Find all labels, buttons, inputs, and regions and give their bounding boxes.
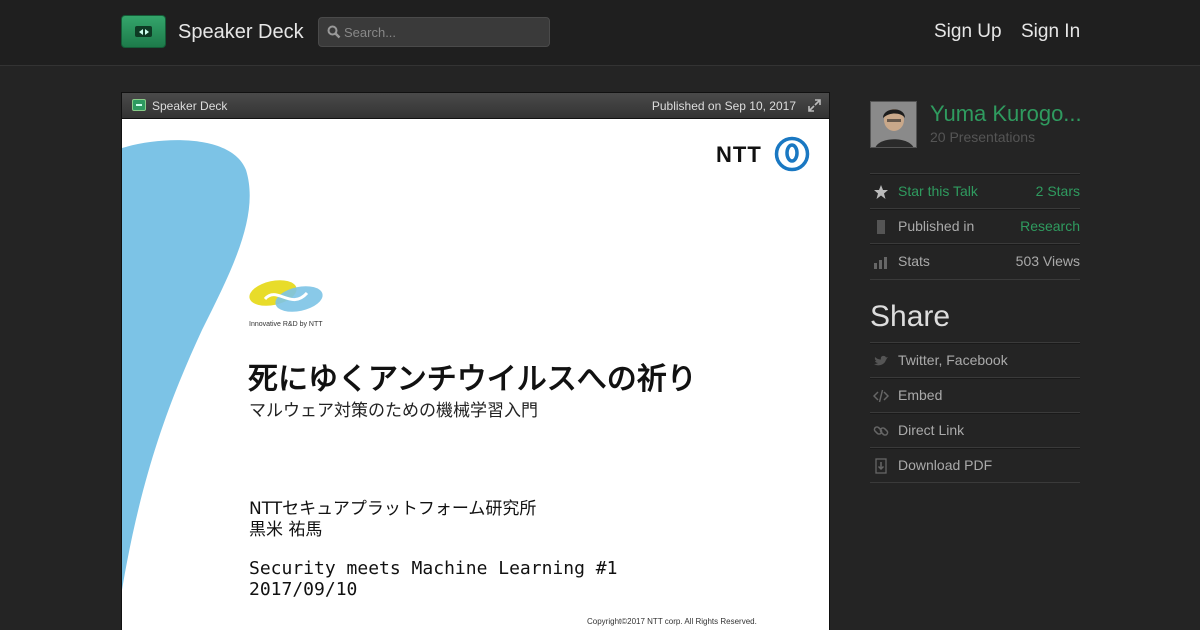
presentation-count: 20 Presentations xyxy=(930,129,1036,145)
published-in-row: Published in Research xyxy=(870,208,1080,243)
share-embed-label[interactable]: Embed xyxy=(898,387,942,403)
share-heading: Share xyxy=(870,300,951,333)
stats-label: Stats xyxy=(898,253,930,269)
share-direct-link[interactable]: Direct Link xyxy=(870,412,1080,447)
search-icon xyxy=(327,25,341,39)
star-talk-label[interactable]: Star this Talk xyxy=(898,183,978,199)
share-download-pdf[interactable]: Download PDF xyxy=(870,447,1080,482)
published-in-label: Published in xyxy=(898,218,975,234)
author-photo xyxy=(871,102,916,147)
star-icon xyxy=(874,185,888,199)
category-link[interactable]: Research xyxy=(1020,218,1080,234)
player-brand[interactable]: Speaker Deck xyxy=(152,99,227,113)
slide-event: Security meets Machine Learning #1 xyxy=(249,558,618,579)
fullscreen-icon[interactable] xyxy=(808,99,821,112)
bookmark-icon xyxy=(877,220,885,234)
code-icon xyxy=(873,389,889,403)
divider xyxy=(870,279,1080,280)
stats-row: Stats 503 Views xyxy=(870,243,1080,278)
slide-date: 2017/09/10 xyxy=(249,579,358,600)
bar-chart-icon xyxy=(874,257,887,269)
blue-wave-shape xyxy=(122,140,250,590)
search-box[interactable] xyxy=(318,17,550,47)
published-date: Published on Sep 10, 2017 xyxy=(651,99,796,113)
author-avatar[interactable] xyxy=(870,101,917,148)
star-talk-row[interactable]: Star this Talk 2 Stars xyxy=(870,173,1080,208)
search-input[interactable] xyxy=(344,18,544,46)
bird-icon xyxy=(874,355,888,366)
divider xyxy=(870,482,1080,483)
player-toolbar: Speaker Deck Published on Sep 10, 2017 xyxy=(122,93,829,119)
logo-icon xyxy=(135,26,152,37)
ntt-logo-text: NTT xyxy=(716,142,762,167)
sign-in-link[interactable]: Sign In xyxy=(1021,21,1080,43)
slide-copyright: Copyright©2017 NTT corp. All Rights Rese… xyxy=(587,617,757,626)
link-icon xyxy=(873,426,889,436)
slide-canvas[interactable]: NTT Innovative R&D by NTT 死にゆくアンチウイルスへの祈… xyxy=(122,120,829,630)
share-twitter-facebook[interactable]: Twitter, Facebook xyxy=(870,342,1080,377)
innovative-rd-logo-icon xyxy=(249,280,323,312)
slide-player: Speaker Deck Published on Sep 10, 2017 N… xyxy=(121,92,830,630)
star-count[interactable]: 2 Stars xyxy=(1036,183,1080,199)
speakerdeck-small-icon xyxy=(132,99,146,111)
view-count: 503 Views xyxy=(1015,253,1080,269)
slide-title: 死にゆくアンチウイルスへの祈り xyxy=(248,362,697,397)
slide-author: 黒米 祐馬 xyxy=(249,520,323,540)
sign-up-link[interactable]: Sign Up xyxy=(934,21,1002,43)
share-download-pdf-label[interactable]: Download PDF xyxy=(898,457,992,473)
speakerdeck-logo-button[interactable] xyxy=(121,15,166,48)
download-icon xyxy=(875,458,887,474)
share-embed[interactable]: Embed xyxy=(870,377,1080,412)
slide-subtitle: マルウェア対策のための機械学習入門 xyxy=(249,401,538,421)
author-name-link[interactable]: Yuma Kurogo... xyxy=(930,101,1082,127)
innovative-rd-text: Innovative R&D by NTT xyxy=(249,321,323,328)
brand-link[interactable]: Speaker Deck xyxy=(178,21,304,44)
site-header: Speaker Deck Sign Up Sign In xyxy=(0,0,1200,66)
share-direct-link-label[interactable]: Direct Link xyxy=(898,422,964,438)
share-twitter-facebook-label[interactable]: Twitter, Facebook xyxy=(898,352,1008,368)
